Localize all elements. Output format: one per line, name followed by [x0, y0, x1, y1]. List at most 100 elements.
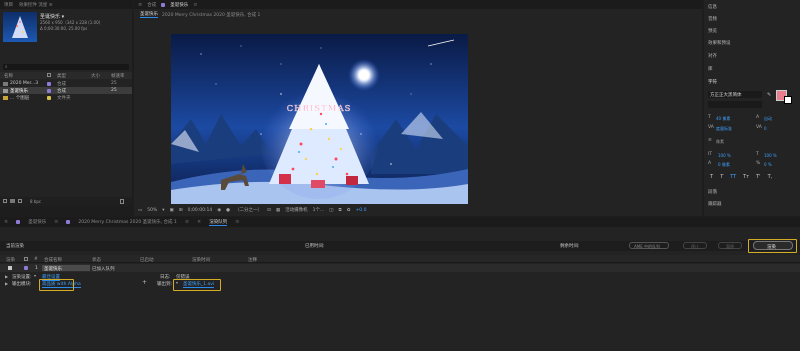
- expand-render-settings-icon[interactable]: ▶: [5, 274, 8, 279]
- tab-menu-icon[interactable]: ≡: [185, 219, 189, 225]
- list-item[interactable]: 圣诞快乐 合成 25: [0, 87, 132, 94]
- close-icon[interactable]: ×: [4, 219, 8, 225]
- stop-button[interactable]: 停止: [683, 242, 707, 249]
- tsume-field[interactable]: 0 %: [764, 162, 772, 167]
- col-comp-name[interactable]: 合成名称: [44, 257, 62, 263]
- channel-icon[interactable]: ●: [226, 208, 230, 213]
- pause-button[interactable]: 暂停: [718, 242, 742, 249]
- expand-output-module-icon[interactable]: ▶: [5, 281, 8, 286]
- list-item[interactable]: ... 个图层 文件夹: [0, 94, 132, 101]
- col-size[interactable]: 大小: [91, 73, 100, 79]
- baseline-field[interactable]: 0 像素: [718, 162, 730, 168]
- row-comp-name[interactable]: 圣诞快乐: [42, 265, 90, 272]
- font-style-dropdown[interactable]: [708, 101, 762, 108]
- col-type[interactable]: 类型: [57, 73, 66, 79]
- add-output-module-icon[interactable]: +: [142, 279, 147, 286]
- bpc-toggle[interactable]: 8 bpc: [30, 199, 41, 204]
- close-icon[interactable]: ×: [197, 219, 201, 225]
- panel-align[interactable]: 对齐: [708, 53, 717, 59]
- font-family-dropdown[interactable]: 方正正大黑简体: [708, 91, 762, 98]
- project-search-input[interactable]: ⌕: [3, 64, 129, 70]
- composition-canvas[interactable]: CHRISTMAS: [171, 34, 468, 204]
- item-type: 文件夹: [57, 96, 71, 101]
- tab-effect-controls[interactable]: 效果控件 流星 ≡: [19, 2, 53, 8]
- col-index[interactable]: #: [34, 257, 38, 262]
- faux-italic-button[interactable]: T: [720, 174, 723, 180]
- stroke-width-field[interactable]: 像素: [716, 139, 724, 145]
- chevron-down-icon[interactable]: ▾: [34, 273, 36, 278]
- col-render-time[interactable]: 渲染时间: [192, 257, 210, 263]
- panel-preview[interactable]: 预览: [708, 28, 717, 34]
- eyedropper-icon[interactable]: ✎: [767, 92, 771, 98]
- stop-label: 停止: [691, 243, 699, 249]
- camera-dropdown[interactable]: 活动摄像机: [285, 207, 308, 213]
- tab-menu-icon[interactable]: ≡: [193, 2, 197, 8]
- col-render[interactable]: 渲染: [6, 257, 15, 263]
- faux-bold-button[interactable]: T: [710, 174, 713, 180]
- col-fps[interactable]: 帧速率: [111, 73, 125, 79]
- render-checkbox[interactable]: [8, 266, 12, 270]
- ame-queue-button[interactable]: AME 中的队列: [629, 242, 669, 249]
- panel-audio[interactable]: 音频: [708, 16, 717, 22]
- snapshot-icon[interactable]: ▭: [138, 208, 142, 213]
- tab-menu-icon[interactable]: ≡: [235, 219, 239, 225]
- reset-exposure-icon[interactable]: ✿: [347, 208, 351, 213]
- view-options-icon[interactable]: ◫: [329, 208, 333, 213]
- label-color[interactable]: [47, 81, 51, 86]
- tab-timeline-christmas[interactable]: 圣诞快乐: [28, 219, 46, 225]
- panel-libraries[interactable]: 库: [708, 66, 713, 72]
- breadcrumb-current[interactable]: 圣诞快乐: [140, 11, 158, 18]
- views-dropdown[interactable]: 1个...: [313, 207, 325, 213]
- label-color[interactable]: [47, 88, 51, 93]
- trash-icon[interactable]: [120, 199, 124, 204]
- kerning-field[interactable]: 度量标准: [716, 126, 732, 132]
- col-name[interactable]: 名称: [4, 73, 13, 79]
- resolution-dropdown[interactable]: （二分之一）: [235, 207, 262, 213]
- font-size-field[interactable]: 40 像素: [716, 116, 730, 122]
- lock-icon[interactable]: ≡: [138, 2, 142, 8]
- panel-tracker[interactable]: 跟踪器: [708, 201, 722, 207]
- table-row[interactable]: 1 圣诞快乐 已加入队列: [0, 264, 800, 272]
- tab-comp-christmas[interactable]: 圣诞快乐: [170, 2, 188, 8]
- col-started[interactable]: 已启动: [140, 257, 154, 263]
- tab-render-queue[interactable]: 渲染队列: [209, 219, 228, 226]
- zoom-dropdown[interactable]: 50%: [147, 208, 157, 213]
- vertical-scale-field[interactable]: 100 %: [718, 153, 731, 158]
- col-status[interactable]: 状态: [92, 257, 101, 263]
- list-item[interactable]: 2020 Mer...3 合成 25: [0, 80, 132, 87]
- panel-info[interactable]: 信息: [708, 4, 717, 10]
- new-folder-icon[interactable]: [10, 199, 15, 203]
- panel-character[interactable]: 字符: [708, 79, 717, 85]
- comp-thumbnail: [3, 12, 37, 42]
- flowchart-icon[interactable]: ⧉: [339, 207, 342, 213]
- grid-icon[interactable]: ⊞: [179, 208, 183, 213]
- superscript-button[interactable]: T': [756, 174, 760, 180]
- tab-menu-icon[interactable]: ≡: [54, 219, 58, 225]
- all-caps-button[interactable]: TT: [730, 174, 736, 180]
- tab-timeline-comp[interactable]: 2020 Merry Christmas 2020 圣诞快乐, 合成 1: [78, 219, 176, 225]
- horizontal-scale-field[interactable]: 100 %: [764, 153, 777, 158]
- transparency-grid-icon[interactable]: ▦: [276, 208, 280, 213]
- stroke-color-swatch[interactable]: [784, 96, 792, 104]
- current-time[interactable]: 0;00:00:14: [188, 208, 213, 213]
- exposure-value[interactable]: +0.0: [356, 208, 367, 213]
- leading-field[interactable]: 自动: [764, 116, 772, 122]
- panel-effects-presets[interactable]: 效果和预设: [708, 40, 731, 46]
- safe-zones-icon[interactable]: ▣: [170, 208, 174, 213]
- label-color[interactable]: [24, 266, 28, 270]
- panel-paragraph[interactable]: 段落: [708, 189, 717, 195]
- label-icon: [47, 73, 51, 77]
- label-color[interactable]: [47, 95, 51, 100]
- camera-icon[interactable]: ◉: [217, 208, 221, 213]
- small-caps-button[interactable]: Tт: [743, 174, 749, 180]
- col-comment[interactable]: 注释: [248, 257, 257, 263]
- interpret-footage-icon[interactable]: [3, 199, 7, 203]
- new-comp-icon[interactable]: [18, 199, 22, 203]
- breadcrumb-comp[interactable]: 2020 Merry Christmas 2020 圣诞快乐, 合成 1: [162, 11, 260, 18]
- text-style-buttons: T T TT Tт T' T,: [710, 174, 772, 180]
- tracking-field[interactable]: 0: [764, 126, 767, 131]
- render-settings-label: 渲染设置:: [12, 275, 32, 280]
- subscript-button[interactable]: T,: [768, 174, 773, 180]
- region-icon[interactable]: ⊡: [267, 208, 271, 213]
- tab-project[interactable]: 项目: [4, 2, 13, 8]
